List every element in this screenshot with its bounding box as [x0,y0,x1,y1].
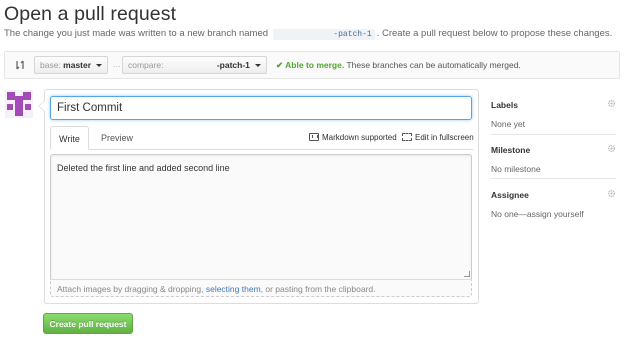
avatar[interactable] [5,90,33,118]
redacted-username: xxxxxxxxxxxx [275,30,334,39]
comment-body-textarea[interactable]: Deleted the first line and added second … [50,154,472,279]
resize-handle[interactable] [464,271,470,277]
milestone-value: No milestone [491,164,541,174]
markdown-icon [309,133,319,141]
markdown-supported-link[interactable]: Markdown supported [309,133,397,142]
title-input[interactable] [50,96,472,120]
compare-icon [16,60,24,70]
sidebar-divider [491,178,616,179]
fullscreen-icon [402,133,412,141]
gear-icon[interactable] [607,189,616,198]
chevron-down-icon [255,64,262,68]
chevron-down-icon [96,64,103,68]
gear-icon[interactable] [607,144,616,153]
assignee-value[interactable]: No one—assign yourself [491,209,616,219]
attach-text: Attach images by dragging & dropping, [57,284,206,294]
compare-bar: base: master ... compare: xxxxxxxxxxxx-p… [4,51,620,79]
markdown-label: Markdown supported [322,133,397,142]
base-prefix: base: [40,60,61,70]
compare-prefix: compare: [128,60,164,70]
create-pull-request-button[interactable]: Create pull request [43,313,133,334]
assignee-header: Assignee [491,190,529,200]
page-title: Open a pull request [4,3,177,25]
fullscreen-button[interactable]: Edit in fullscreen [402,133,474,142]
branch-name: xxxxxxxxxxxx-patch-1 [272,29,375,40]
compare-separator: ... [113,59,121,69]
merge-ok-label: ✔ Able to merge. [276,60,345,70]
branch-suffix: -patch-1 [333,30,372,39]
select-files-link[interactable]: selecting them [206,284,261,294]
fullscreen-label: Edit in fullscreen [415,133,474,142]
attach-dropzone[interactable]: Attach images by dragging & dropping, se… [50,279,472,297]
notice-text-end: . Create a pull request below to propose… [376,28,613,39]
base-branch-name: master [63,60,92,70]
pull-request-form: Write Preview Markdown supported Edit in… [38,89,479,304]
merge-status-text: These branches can be automatically merg… [346,60,521,70]
merge-status: ✔ Able to merge. These branches can be a… [276,60,521,71]
tab-preview[interactable]: Preview [93,126,141,150]
sidebar-milestone: Milestone No milestone [491,144,616,174]
redacted-username: xxxxxxxxxxxx [166,60,217,70]
sidebar-assignee: Assignee No one—assign yourself [491,189,616,219]
compare-branch-selector[interactable]: compare: xxxxxxxxxxxx-patch-1 [122,56,268,74]
notice-text: The change you just made was written to … [4,28,269,39]
base-branch-selector[interactable]: base: master [34,56,109,74]
milestone-header: Milestone [491,145,531,155]
attach-text-end: , or pasting from the clipboard. [260,284,376,294]
labels-header: Labels [491,100,518,110]
branch-notice: The change you just made was written to … [4,28,612,40]
tab-write[interactable]: Write [50,126,89,150]
compare-branch-name: -patch-1 [216,60,250,70]
sidebar-labels: Labels None yet [491,99,616,129]
tab-divider [50,149,473,150]
gear-icon[interactable] [607,99,616,108]
sidebar-divider [491,134,616,135]
labels-value: None yet [491,119,526,129]
